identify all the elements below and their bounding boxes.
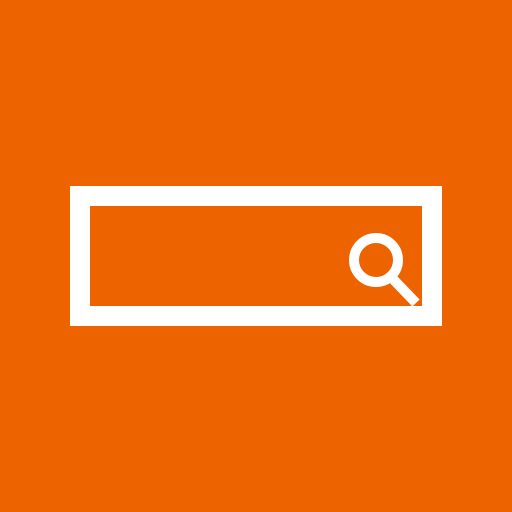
search-box[interactable]: [70, 186, 442, 326]
search-input[interactable]: [90, 206, 320, 306]
search-icon: [349, 233, 420, 307]
search-button[interactable]: [342, 224, 426, 308]
search-canvas: [0, 0, 512, 512]
